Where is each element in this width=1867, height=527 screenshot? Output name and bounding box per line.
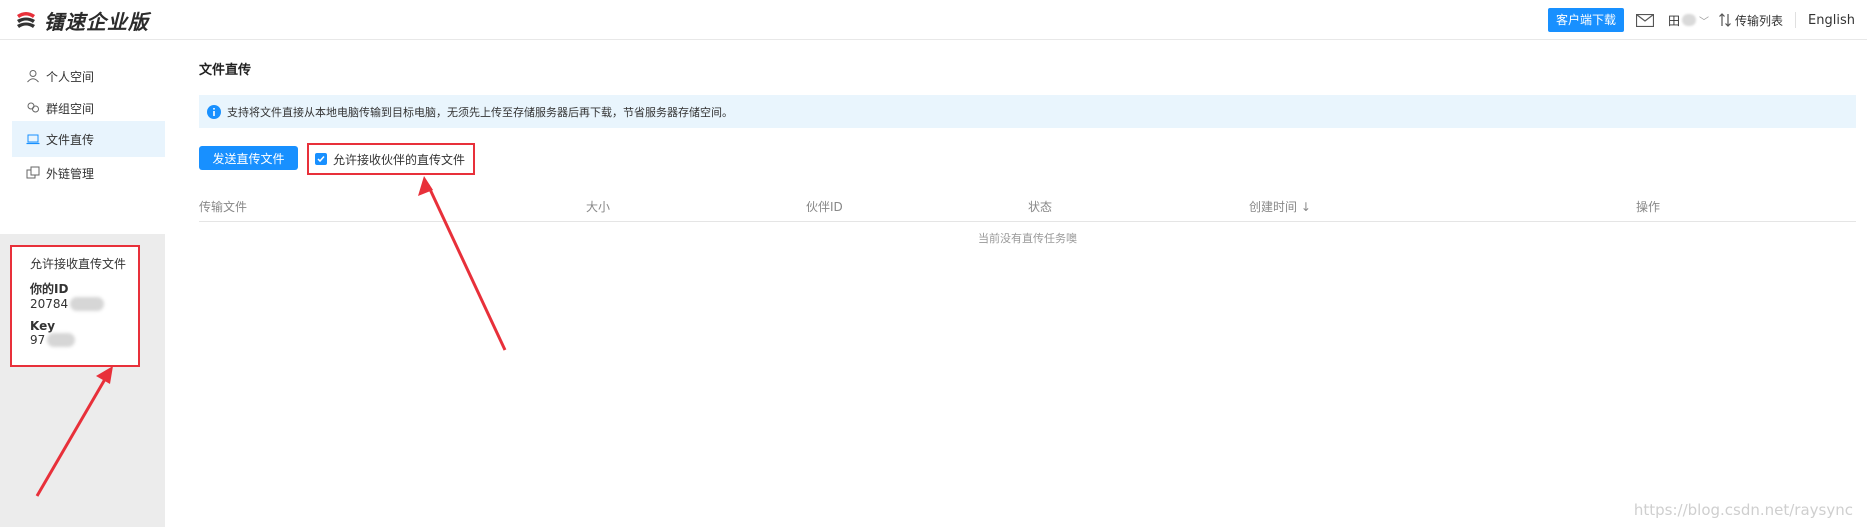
column-header-file: 传输文件 [199,200,248,214]
user-name: 田 [1668,13,1681,28]
sidebar-item-link-management[interactable]: 外链管理 [12,155,165,191]
top-right-menu: 客户端下载 田 ﹀ 传输列表 English [1548,7,1855,33]
sidebar-item-file-direct[interactable]: 文件直传 [12,121,165,157]
group-icon [27,102,39,113]
watermark: https://blog.csdn.net/raysync [1633,501,1853,519]
blurred-key [47,333,76,347]
column-header-created-time[interactable]: 创建时间 ↓ [1249,192,1311,222]
check-icon [317,156,325,163]
mail-icon[interactable] [1636,13,1655,27]
page-title: 文件直传 [199,63,252,78]
checkbox-label: 允许接收伙伴的直传文件 [333,152,466,167]
blurred-username [1682,14,1697,26]
transfer-list-label: 传输列表 [1735,13,1784,28]
main-content: 文件直传 支持将文件直接从本地电脑传输到目标电脑，无须先上传至存储服务器后再下载… [199,40,1856,527]
your-id-label: 你的ID [30,282,69,296]
language-switch[interactable]: English [1808,13,1855,28]
divider [1795,12,1797,28]
info-box-title: 允许接收直传文件 [30,257,127,271]
sidebar-item-personal-space[interactable]: 个人空间 [12,58,165,94]
notice-text: 支持将文件直接从本地电脑传输到目标电脑，无须先上传至存储服务器后再下载，节省服务… [227,105,733,119]
sidebar-item-label: 群组空间 [46,101,95,116]
user-menu[interactable]: 田 ﹀ [1668,12,1709,29]
column-header-partner-id: 伙伴ID [806,200,843,214]
column-header-status: 状态 [1028,200,1053,214]
link-copy-icon [26,166,40,179]
table-header: 传输文件 大小 伙伴ID 状态 创建时间 ↓ 操作 [199,192,1856,222]
laptop-icon [26,134,40,145]
id-value-text: 20784 [30,297,69,311]
logo-icon [17,12,35,28]
column-header-actions: 操作 [1636,200,1661,214]
column-header-size: 大小 [586,200,611,214]
sidebar-item-label: 文件直传 [46,132,95,147]
key-label: Key [30,319,56,333]
key-value: 97 [30,333,138,347]
person-icon [27,70,39,83]
logo[interactable]: 镭速企业版 [14,7,149,34]
info-icon [207,104,221,119]
direct-transfer-info-box: 允许接收直传文件 你的ID 20784 Key 97 [10,245,140,367]
sidebar-item-label: 外链管理 [46,166,95,181]
info-notice: 支持将文件直接从本地电脑传输到目标电脑，无须先上传至存储服务器后再下载，节省服务… [199,95,1856,128]
key-value-text: 97 [30,333,46,347]
transfer-list-button[interactable]: 传输列表 [1719,12,1783,29]
blurred-id [70,297,105,311]
empty-table-message: 当前没有直传任务噢 [978,232,1077,245]
logo-text: 镭速企业版 [44,9,149,34]
client-download-button[interactable]: 客户端下载 [1548,8,1625,32]
your-id-value: 20784 [30,297,138,311]
chevron-down-icon: ﹀ [1699,16,1710,28]
transfer-icon [1719,13,1731,27]
checkbox[interactable] [315,153,327,165]
allow-receive-checkbox-row[interactable]: 允许接收伙伴的直传文件 [307,143,475,175]
sidebar-item-label: 个人空间 [46,69,95,84]
top-bar: 镭速企业版 客户端下载 田 ﹀ 传输列表 English [0,0,1867,40]
send-direct-file-button[interactable]: 发送直传文件 [199,146,298,170]
